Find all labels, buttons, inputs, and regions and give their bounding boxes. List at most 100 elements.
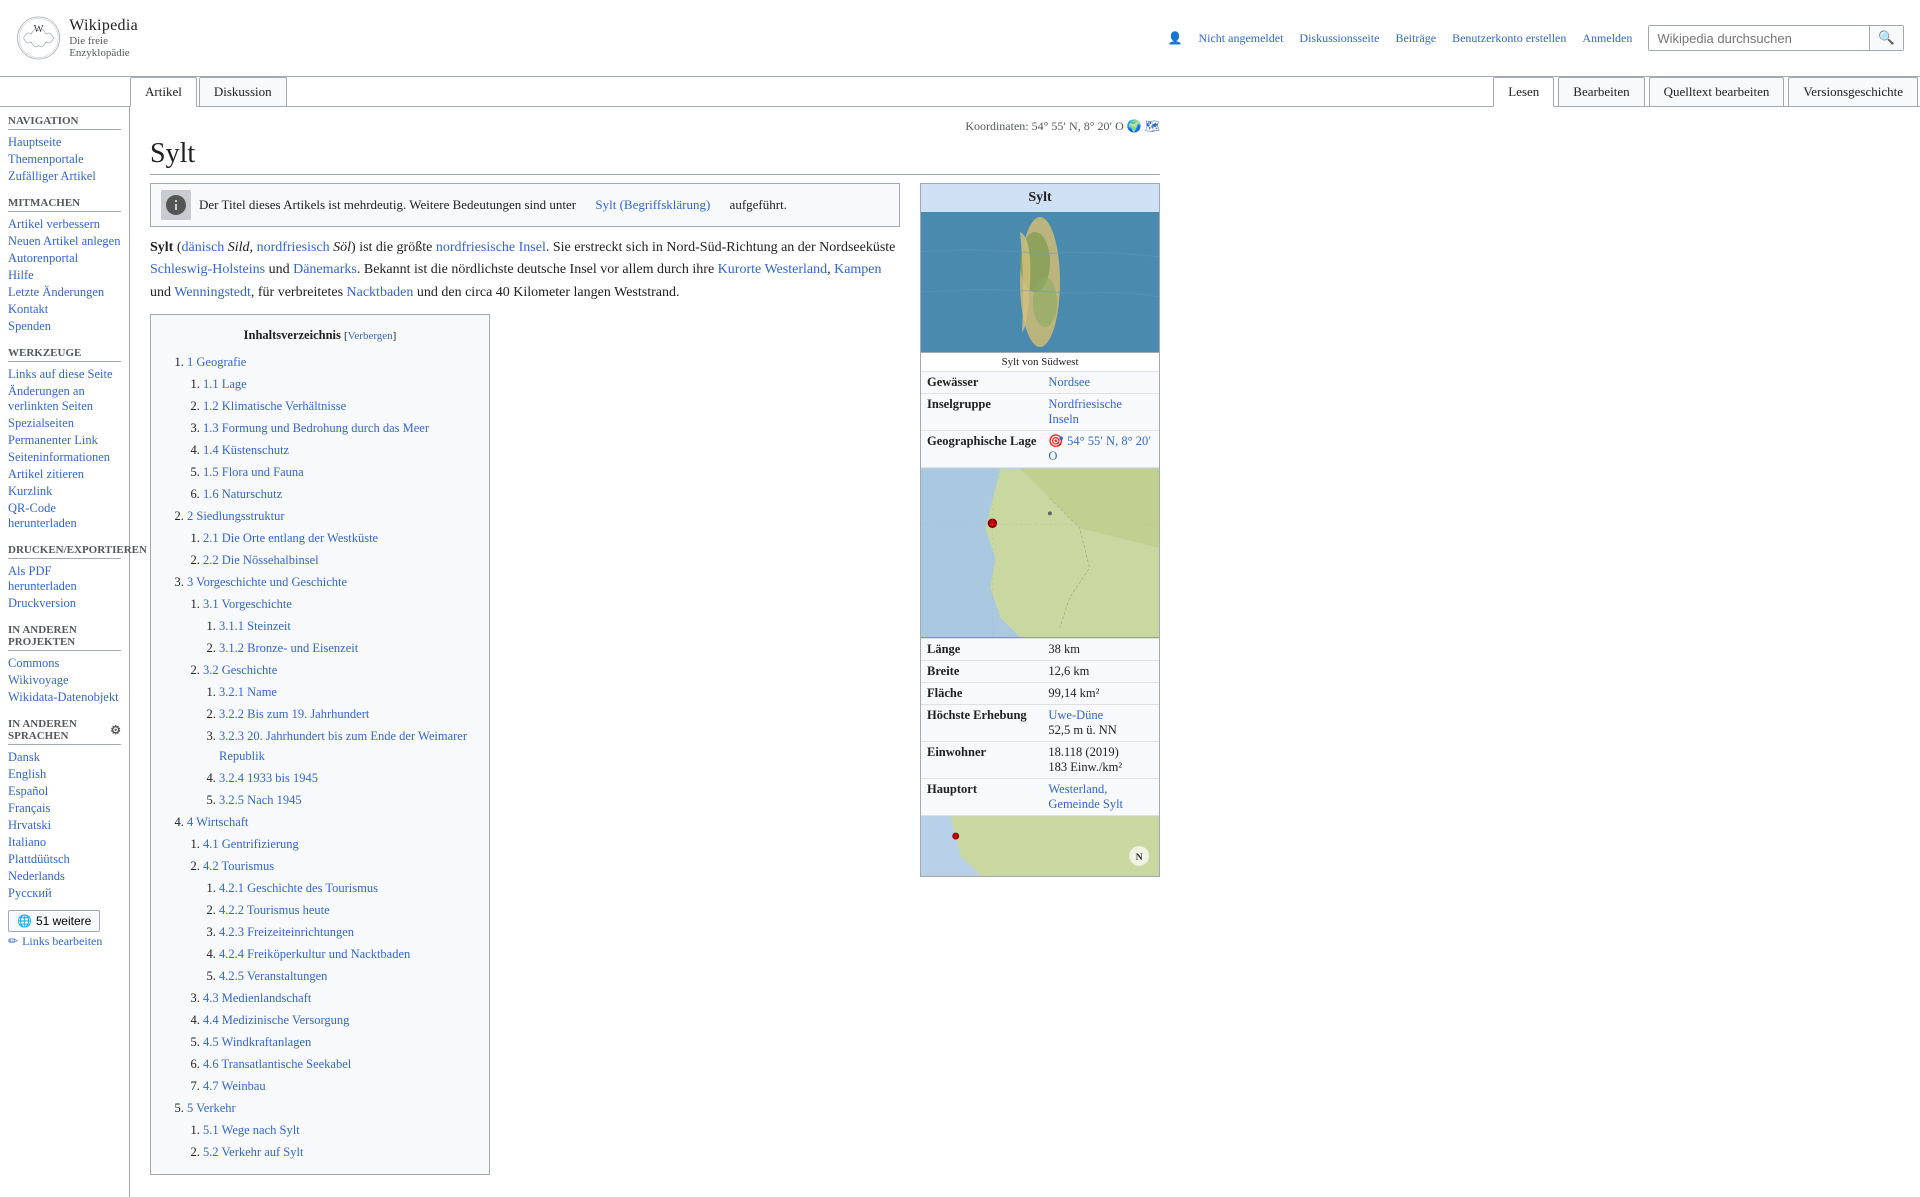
contributions-link[interactable]: Beiträge bbox=[1395, 31, 1436, 46]
sidebar-item-wikidata[interactable]: Wikidata-Datenobjekt bbox=[8, 689, 121, 706]
lang-item-italiano[interactable]: Italiano bbox=[8, 834, 121, 851]
lang-item-plattduutsch[interactable]: Plattdüütsch bbox=[8, 851, 121, 868]
daenemark-link[interactable]: Dänemarks bbox=[293, 262, 357, 277]
location-map-svg bbox=[921, 468, 1159, 638]
nordsee-link[interactable]: Nordsee bbox=[1048, 375, 1090, 389]
infobox-value: 38 km bbox=[1042, 639, 1159, 661]
toc-item-4-3: 4.3 Medienlandschaft bbox=[203, 988, 473, 1008]
sidebar-item-themenportale[interactable]: Themenportale bbox=[8, 151, 121, 168]
toc-hide-link[interactable]: Verbergen bbox=[348, 330, 393, 342]
infobox-row-map bbox=[921, 468, 1159, 639]
tab-read[interactable]: Lesen bbox=[1493, 77, 1554, 107]
toc-item-3-2-1: 3.2.1 Name bbox=[219, 682, 473, 702]
tab-history[interactable]: Versionsgeschichte bbox=[1788, 77, 1918, 106]
nordfriesische-insel-link[interactable]: nordfriesische Insel bbox=[436, 240, 546, 255]
infobox-row-breite: Breite 12,6 km bbox=[921, 661, 1159, 683]
lang-item-russian[interactable]: Русский bbox=[8, 885, 121, 902]
toc-item-1-3: 1.3 Formung und Bedrohung durch das Meer bbox=[203, 418, 473, 438]
sidebar-item-wikivoyage[interactable]: Wikivoyage bbox=[8, 672, 121, 689]
sidebar-tools: Werkzeuge Links auf diese Seite Änderung… bbox=[8, 347, 121, 532]
kampen-link[interactable]: Kampen bbox=[834, 262, 881, 277]
disambig-link[interactable]: Sylt (Begriffsklärung) bbox=[595, 195, 710, 216]
sidebar-item-commons[interactable]: Commons bbox=[8, 655, 121, 672]
sidebar-item-druckversion[interactable]: Druckversion bbox=[8, 595, 121, 612]
westerland-link[interactable]: Westerland, Gemeinde Sylt bbox=[1048, 782, 1123, 811]
lang-item-nederlands[interactable]: Nederlands bbox=[8, 868, 121, 885]
toc-item-4-2-2: 4.2.2 Tourismus heute bbox=[219, 900, 473, 920]
globe-icon: 🌐 bbox=[17, 914, 32, 928]
wenningstedt-link[interactable]: Wenningstedt bbox=[174, 285, 251, 300]
lang-item-francais[interactable]: Français bbox=[8, 800, 121, 817]
coordinates-map-icon[interactable]: 🗺 bbox=[1145, 119, 1160, 133]
infobox-small-map: N bbox=[921, 816, 1159, 876]
coordinates-line: Koordinaten: 54° 55′ N, 8° 20′ O 🌍 🗺 bbox=[150, 119, 1160, 134]
sidebar-item-hilfe[interactable]: Hilfe bbox=[8, 267, 121, 284]
infobox-value: 🎯 54° 55′ N, 8° 20′ O bbox=[1042, 431, 1159, 468]
tab-article[interactable]: Artikel bbox=[130, 77, 197, 107]
edit-links-button[interactable]: ✏ Links bearbeiten bbox=[8, 934, 102, 949]
toc-item-4: 4 Wirtschaft 4.1 Gentrifizierung 4.2 Tou… bbox=[187, 812, 473, 1096]
nordfriesische-inseln-link[interactable]: Nordfriesische Inseln bbox=[1048, 397, 1122, 426]
logo[interactable]: W Wikipedia Die freie Enzyklopädie bbox=[16, 8, 146, 68]
sidebar-item-artikel-zitieren[interactable]: Artikel zitieren bbox=[8, 466, 121, 483]
lang-item-dansk[interactable]: Dansk bbox=[8, 749, 121, 766]
sidebar-item-permanenter-link[interactable]: Permanenter Link bbox=[8, 432, 121, 449]
sidebar-item-qr-code[interactable]: QR-Code herunterladen bbox=[8, 500, 121, 532]
nacktbaden-link[interactable]: Nacktbaden bbox=[347, 285, 414, 300]
sidebar-item-neuen-artikel[interactable]: Neuen Artikel anlegen bbox=[8, 233, 121, 250]
sidebar-languages-title: In anderen Sprachen ⚙ bbox=[8, 718, 121, 745]
more-languages-button[interactable]: 🌐 51 weitere bbox=[8, 910, 100, 932]
kurorte-link[interactable]: Kurorte bbox=[718, 262, 762, 277]
toc-item-4-7: 4.7 Weinbau bbox=[203, 1076, 473, 1096]
infobox-label: Einwohner bbox=[921, 742, 1042, 779]
toc-item-5-1: 5.1 Wege nach Sylt bbox=[203, 1120, 473, 1140]
tab-discussion[interactable]: Diskussion bbox=[199, 77, 287, 106]
gear-icon[interactable]: ⚙ bbox=[110, 723, 121, 738]
lang-item-hrvatski[interactable]: Hrvatski bbox=[8, 817, 121, 834]
toc-item-4-2-4: 4.2.4 Freiköperkultur und Nacktbaden bbox=[219, 944, 473, 964]
toc-item-4-5: 4.5 Windkraftanlagen bbox=[203, 1032, 473, 1052]
search-input[interactable] bbox=[1649, 26, 1869, 50]
uwe-duene-link[interactable]: Uwe-Düne bbox=[1048, 708, 1103, 722]
sidebar-item-spezialseiten[interactable]: Spezialseiten bbox=[8, 415, 121, 432]
sidebar-item-letzte-aenderungen[interactable]: Letzte Änderungen bbox=[8, 284, 121, 301]
search-button[interactable]: 🔍 bbox=[1869, 26, 1903, 50]
lang-item-english[interactable]: English bbox=[8, 766, 121, 783]
discussion-link[interactable]: Diskussionsseite bbox=[1299, 31, 1379, 46]
create-account-link[interactable]: Benutzerkonto erstellen bbox=[1452, 31, 1566, 46]
sidebar-item-spenden[interactable]: Spenden bbox=[8, 318, 121, 335]
toc-item-3-1: 3.1 Vorgeschichte 3.1.1 Steinzeit 3.1.2 … bbox=[203, 594, 473, 658]
sidebar-item-seiteninformationen[interactable]: Seiteninformationen bbox=[8, 449, 121, 466]
sidebar-item-hauptseite[interactable]: Hauptseite bbox=[8, 134, 121, 151]
westerland-text-link[interactable]: Westerland bbox=[764, 262, 827, 277]
nordfriesisch-link[interactable]: nordfriesisch bbox=[257, 240, 330, 255]
infobox-label: Höchste Erhebung bbox=[921, 705, 1042, 742]
infobox-row-flaeche: Fläche 99,14 km² bbox=[921, 683, 1159, 705]
infobox-table: Gewässer Nordsee Inselgruppe Nordfriesis… bbox=[921, 371, 1159, 876]
schleswig-holstein-link[interactable]: Schleswig-Holsteins bbox=[150, 262, 265, 277]
sidebar-item-aenderungen-verlinkt[interactable]: Änderungen an verlinkten Seiten bbox=[8, 383, 121, 415]
infobox-map bbox=[921, 468, 1159, 638]
infobox-row-gewaesser: Gewässer Nordsee bbox=[921, 372, 1159, 394]
disambig-suffix: aufgeführt. bbox=[730, 195, 787, 216]
not-logged-in-label[interactable]: Nicht angemeldet bbox=[1198, 31, 1283, 46]
sidebar-item-artikel-verbessern[interactable]: Artikel verbessern bbox=[8, 216, 121, 233]
toc-item-3-1-1: 3.1.1 Steinzeit bbox=[219, 616, 473, 636]
toc-item-2: 2 Siedlungsstruktur 2.1 Die Orte entlang… bbox=[187, 506, 473, 570]
tab-edit[interactable]: Bearbeiten bbox=[1558, 77, 1644, 106]
infobox-value: 99,14 km² bbox=[1042, 683, 1159, 705]
toc-item-5-2: 5.2 Verkehr auf Sylt bbox=[203, 1142, 473, 1162]
sidebar-item-pdf[interactable]: Als PDF herunterladen bbox=[8, 563, 121, 595]
geo-coords-link[interactable]: 54° 55′ N, 8° 20′ O bbox=[1048, 434, 1151, 463]
sidebar-item-kurzlink[interactable]: Kurzlink bbox=[8, 483, 121, 500]
infobox-row-laenge: Länge 38 km bbox=[921, 639, 1159, 661]
coord-icon: 🎯 bbox=[1048, 434, 1064, 448]
sidebar-item-zufaellig[interactable]: Zufälliger Artikel bbox=[8, 168, 121, 185]
sidebar-item-autorenportal[interactable]: Autorenportal bbox=[8, 250, 121, 267]
tab-edit-source[interactable]: Quelltext bearbeiten bbox=[1649, 77, 1785, 106]
login-link[interactable]: Anmelden bbox=[1582, 31, 1632, 46]
dänisch-link[interactable]: dänisch bbox=[182, 240, 225, 255]
sidebar-item-kontakt[interactable]: Kontakt bbox=[8, 301, 121, 318]
lang-item-espanol[interactable]: Español bbox=[8, 783, 121, 800]
sidebar-item-links-auf-seite[interactable]: Links auf diese Seite bbox=[8, 366, 121, 383]
